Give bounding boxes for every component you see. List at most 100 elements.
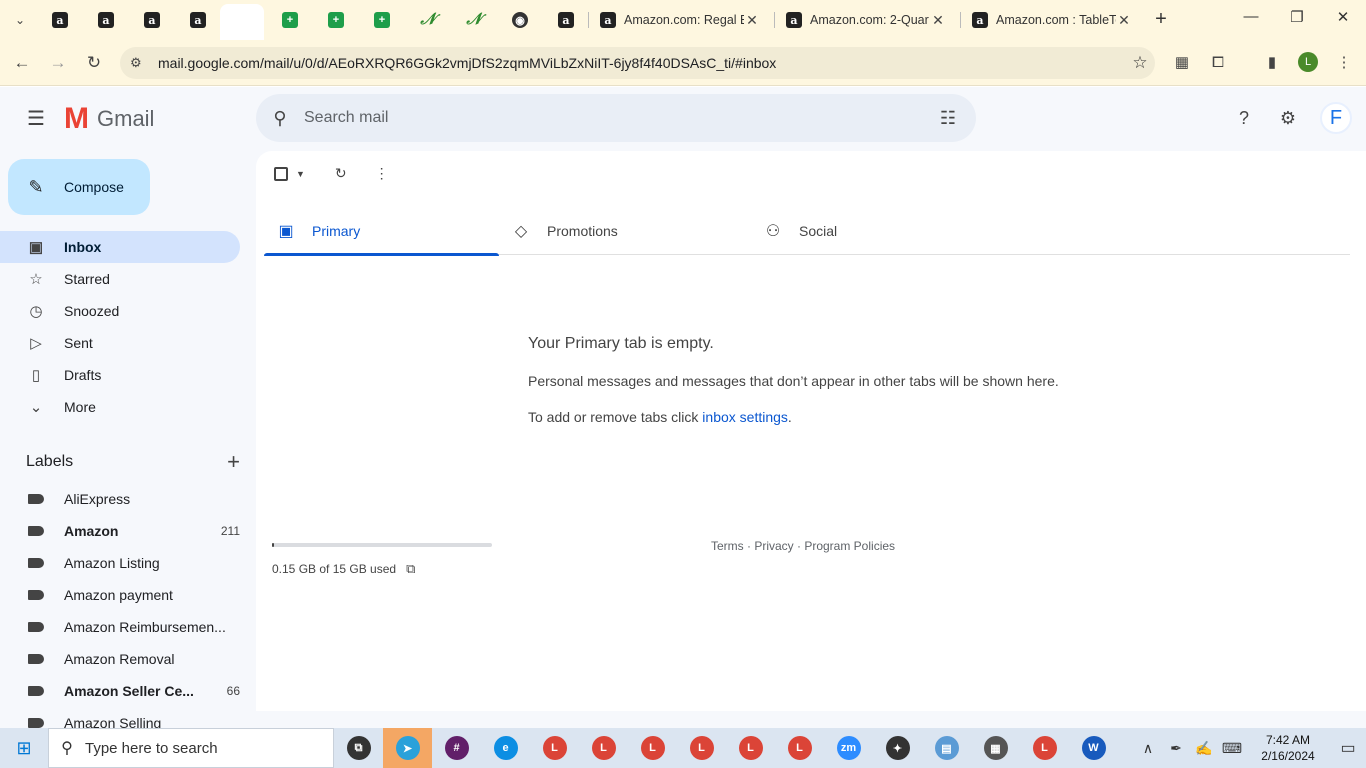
taskbar-app-button[interactable]: #: [432, 728, 481, 768]
gmail-logo[interactable]: M Gmail: [64, 104, 154, 134]
select-all-checkbox[interactable]: [274, 166, 288, 181]
url-text[interactable]: mail.google.com/mail/u/0/d/AEoRXRQR6GGk2…: [158, 55, 1125, 71]
taskbar-app-button[interactable]: L: [628, 728, 677, 768]
search-input[interactable]: Search mail: [304, 109, 920, 127]
telegram-icon: ➤: [395, 736, 420, 760]
address-bar[interactable]: ⚙ mail.google.com/mail/u/0/d/AEoRXRQR6GG…: [120, 47, 1155, 79]
nav-item-drafts[interactable]: ▯ Drafts: [0, 359, 240, 391]
pinned-tab[interactable]: ◉: [498, 6, 542, 34]
browser-tab[interactable]: a Amazon.com: Regal B ✕: [592, 6, 768, 34]
label-item[interactable]: AliExpress: [0, 483, 240, 515]
system-clock[interactable]: 7:42 AM 2/16/2024: [1246, 732, 1330, 764]
label-item[interactable]: Amazon payment: [0, 579, 240, 611]
taskbar-app-button[interactable]: ▦: [971, 728, 1020, 768]
pinned-tab[interactable]: a: [38, 6, 82, 34]
new-tab-button[interactable]: +: [1150, 9, 1172, 31]
tab-close-icon[interactable]: ✕: [744, 12, 760, 29]
pinned-tab[interactable]: 𝒩: [452, 6, 496, 34]
show-hidden-icons-icon[interactable]: ∧: [1134, 740, 1162, 757]
notifications-icon[interactable]: ▭: [1330, 738, 1366, 758]
nav-item-inbox[interactable]: ▣ Inbox: [0, 231, 240, 263]
label-item[interactable]: Amazon Seller Ce... 66: [0, 675, 240, 707]
keyboard-icon[interactable]: ⌨: [1218, 740, 1246, 757]
taskbar-app-button[interactable]: ▤: [922, 728, 971, 768]
label-tag-icon: [28, 558, 44, 568]
more-options-icon[interactable]: ⋮: [375, 165, 389, 182]
label-name: Amazon Removal: [64, 651, 175, 667]
reload-icon[interactable]: ↻: [82, 51, 106, 75]
refresh-icon[interactable]: ↻: [335, 165, 347, 182]
windows-start-icon[interactable]: ⊞: [0, 738, 48, 759]
taskbar-app-button[interactable]: ⧉: [334, 728, 383, 768]
nav-item-starred[interactable]: ☆ Starred: [0, 263, 240, 295]
taskbar-app-button[interactable]: L: [677, 728, 726, 768]
select-dropdown-icon[interactable]: ▼: [296, 169, 305, 179]
tab-close-icon[interactable]: ✕: [930, 12, 946, 29]
pinned-tab[interactable]: a: [176, 6, 220, 34]
browser-menu-icon[interactable]: ⋮: [1332, 51, 1356, 75]
pinned-tab[interactable]: 𝒩: [406, 6, 450, 34]
taskbar-app-button[interactable]: W: [1069, 728, 1118, 768]
qr-code-icon[interactable]: ▦: [1170, 51, 1194, 75]
search-icon[interactable]: ⚲: [256, 108, 304, 129]
label-item[interactable]: Amazon Listing: [0, 547, 240, 579]
taskbar-app-button[interactable]: L: [775, 728, 824, 768]
footer-links[interactable]: Terms · Privacy · Program Policies: [711, 539, 895, 553]
pencil-icon: ✎: [28, 176, 44, 197]
pen-icon[interactable]: ✒: [1162, 740, 1190, 757]
taskbar-app-button[interactable]: zm: [824, 728, 873, 768]
browser-tab[interactable]: a Amazon.com : TableTo ✕: [964, 6, 1140, 34]
tab-social[interactable]: ⚇ Social: [751, 207, 1003, 255]
pinned-tab[interactable]: a: [544, 6, 588, 34]
pinned-tab[interactable]: +: [268, 6, 312, 34]
tab-promotions[interactable]: ◇ Promotions: [499, 207, 751, 255]
label-name: Amazon Seller Ce...: [64, 683, 194, 699]
pen-workspace-icon[interactable]: ✍: [1190, 740, 1218, 757]
nav-item-sent[interactable]: ▷ Sent: [0, 327, 240, 359]
nav-item-more[interactable]: ⌄ More: [0, 391, 240, 423]
taskbar-app-button[interactable]: L: [726, 728, 775, 768]
back-arrow-icon[interactable]: ←: [10, 51, 34, 75]
taskbar-app-button[interactable]: L: [530, 728, 579, 768]
label-item[interactable]: Amazon Removal: [0, 643, 240, 675]
close-window-button[interactable]: ✕: [1328, 8, 1358, 26]
pinned-tab[interactable]: +: [360, 6, 404, 34]
compose-button[interactable]: ✎ Compose: [8, 159, 150, 215]
help-icon[interactable]: ?: [1232, 106, 1256, 130]
settings-gear-icon[interactable]: ⚙: [1276, 106, 1300, 130]
label-item[interactable]: Amazon Reimbursemen...: [0, 611, 240, 643]
taskbar-app-button[interactable]: L: [1020, 728, 1069, 768]
tab-close-icon[interactable]: ✕: [1116, 12, 1132, 29]
pinned-tab[interactable]: +: [314, 6, 358, 34]
side-panel-icon[interactable]: ▮: [1260, 51, 1284, 75]
forward-arrow-icon[interactable]: →: [46, 51, 70, 75]
main-menu-icon[interactable]: ☰: [24, 107, 48, 131]
label-tag-icon: [28, 590, 44, 600]
pinned-tab[interactable]: M: [220, 4, 909, 420]
taskbar-app-button[interactable]: e: [481, 728, 530, 768]
search-options-icon[interactable]: ☷: [920, 108, 976, 129]
pinned-tab[interactable]: a: [84, 6, 128, 34]
tab-primary[interactable]: ▣ Primary: [264, 207, 499, 256]
browser-tab[interactable]: a Amazon.com: 2-Quar ✕: [778, 6, 954, 34]
account-avatar[interactable]: F: [1320, 102, 1352, 134]
browser-profile-avatar[interactable]: L: [1298, 52, 1318, 72]
search-bar[interactable]: ⚲ Search mail ☷: [256, 94, 976, 142]
taskbar-app-button[interactable]: ➤: [383, 728, 432, 768]
taskbar-search-box[interactable]: ⚲ Type here to search: [48, 728, 334, 768]
taskbar-app-button[interactable]: ✦: [873, 728, 922, 768]
minimize-button[interactable]: —: [1236, 8, 1266, 25]
empty-state-hint: To add or remove tabs click inbox settin…: [528, 409, 1059, 425]
create-label-icon[interactable]: +: [227, 449, 240, 475]
taskbar-app-button[interactable]: L: [579, 728, 628, 768]
bookmark-star-icon[interactable]: ☆: [1125, 53, 1155, 73]
inbox-settings-link[interactable]: inbox settings: [702, 409, 788, 425]
label-item[interactable]: Amazon 211: [0, 515, 240, 547]
nav-item-snoozed[interactable]: ◷ Snoozed: [0, 295, 240, 327]
pinned-tab[interactable]: a: [130, 6, 174, 34]
open-external-icon[interactable]: ⧉: [406, 561, 415, 577]
site-info-icon[interactable]: ⚙: [130, 55, 150, 71]
extensions-icon[interactable]: ⧠: [1206, 51, 1230, 75]
tab-search-icon[interactable]: ⌄: [8, 9, 32, 31]
restore-button[interactable]: ❐: [1282, 8, 1312, 26]
